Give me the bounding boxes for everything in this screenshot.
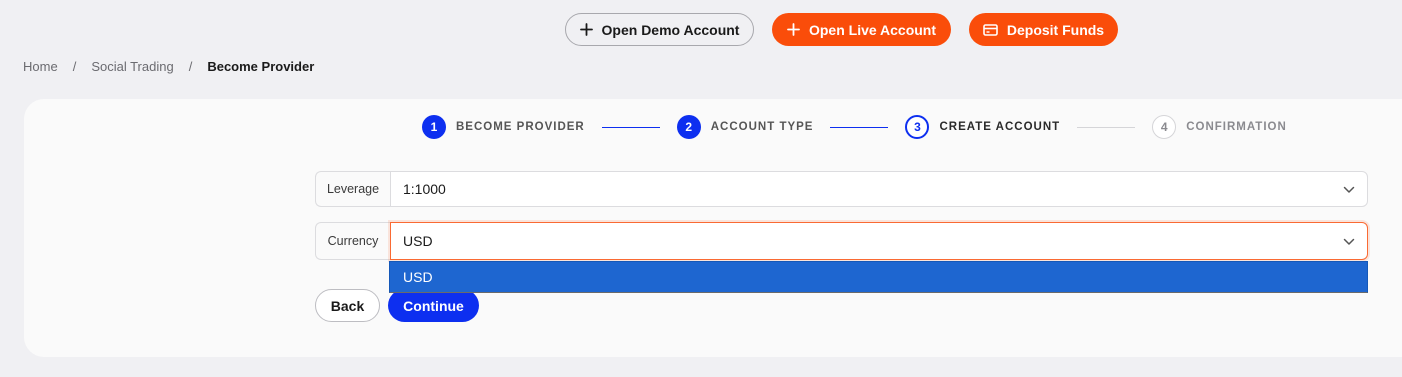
leverage-label: Leverage xyxy=(315,171,390,207)
dropdown-option-usd[interactable]: USD xyxy=(390,262,1367,292)
step-number: 1 xyxy=(422,115,446,139)
back-button[interactable]: Back xyxy=(315,289,380,322)
breadcrumb-current: Become Provider xyxy=(207,59,315,74)
currency-label: Currency xyxy=(315,222,390,260)
leverage-row: Leverage 1:1000 xyxy=(315,171,1368,207)
open-demo-account-label: Open Demo Account xyxy=(601,21,740,38)
step-label: ACCOUNT TYPE xyxy=(710,121,814,133)
step-number: 2 xyxy=(676,115,701,139)
plus-icon xyxy=(787,23,800,36)
continue-button[interactable]: Continue xyxy=(388,289,479,322)
step-create-account: 3 CREATE ACCOUNT xyxy=(905,115,1060,139)
plus-icon xyxy=(579,23,593,36)
currency-value: USD xyxy=(403,233,433,249)
currency-select[interactable]: USD xyxy=(390,222,1368,260)
step-confirmation: 4 CONFIRMATION xyxy=(1152,115,1287,139)
open-demo-account-button[interactable]: Open Demo Account xyxy=(565,13,754,46)
chevron-down-icon xyxy=(1343,233,1355,249)
breadcrumb-home[interactable]: Home xyxy=(23,59,58,74)
step-connector xyxy=(601,126,660,128)
open-live-account-button[interactable]: Open Live Account xyxy=(772,13,951,46)
breadcrumb-separator: / xyxy=(72,59,77,74)
card-icon xyxy=(983,23,998,36)
open-live-account-label: Open Live Account xyxy=(808,21,937,38)
step-connector xyxy=(1077,126,1136,128)
deposit-funds-label: Deposit Funds xyxy=(1006,21,1105,38)
step-label: BECOME PROVIDER xyxy=(456,121,585,133)
step-label: CREATE ACCOUNT xyxy=(939,121,1061,133)
chevron-down-icon xyxy=(1343,181,1355,197)
stepper: 1 BECOME PROVIDER 2 ACCOUNT TYPE 3 CREAT… xyxy=(422,115,1287,139)
step-number: 3 xyxy=(905,115,930,139)
currency-dropdown-list: USD xyxy=(389,261,1368,293)
top-actions: Open Demo Account Open Live Account Depo… xyxy=(565,13,1118,46)
breadcrumb-separator: / xyxy=(188,59,193,74)
step-account-type: 2 ACCOUNT TYPE xyxy=(676,115,814,139)
leverage-select[interactable]: 1:1000 xyxy=(390,171,1368,207)
breadcrumb-social-trading[interactable]: Social Trading xyxy=(91,59,173,74)
currency-row: Currency USD xyxy=(315,222,1368,260)
step-label: CONFIRMATION xyxy=(1186,121,1287,133)
deposit-funds-button[interactable]: Deposit Funds xyxy=(969,13,1118,46)
leverage-value: 1:1000 xyxy=(403,181,446,197)
step-connector xyxy=(830,126,889,128)
step-become-provider: 1 BECOME PROVIDER xyxy=(422,115,585,139)
step-number: 4 xyxy=(1152,115,1177,139)
breadcrumb: Home / Social Trading / Become Provider xyxy=(23,59,314,74)
